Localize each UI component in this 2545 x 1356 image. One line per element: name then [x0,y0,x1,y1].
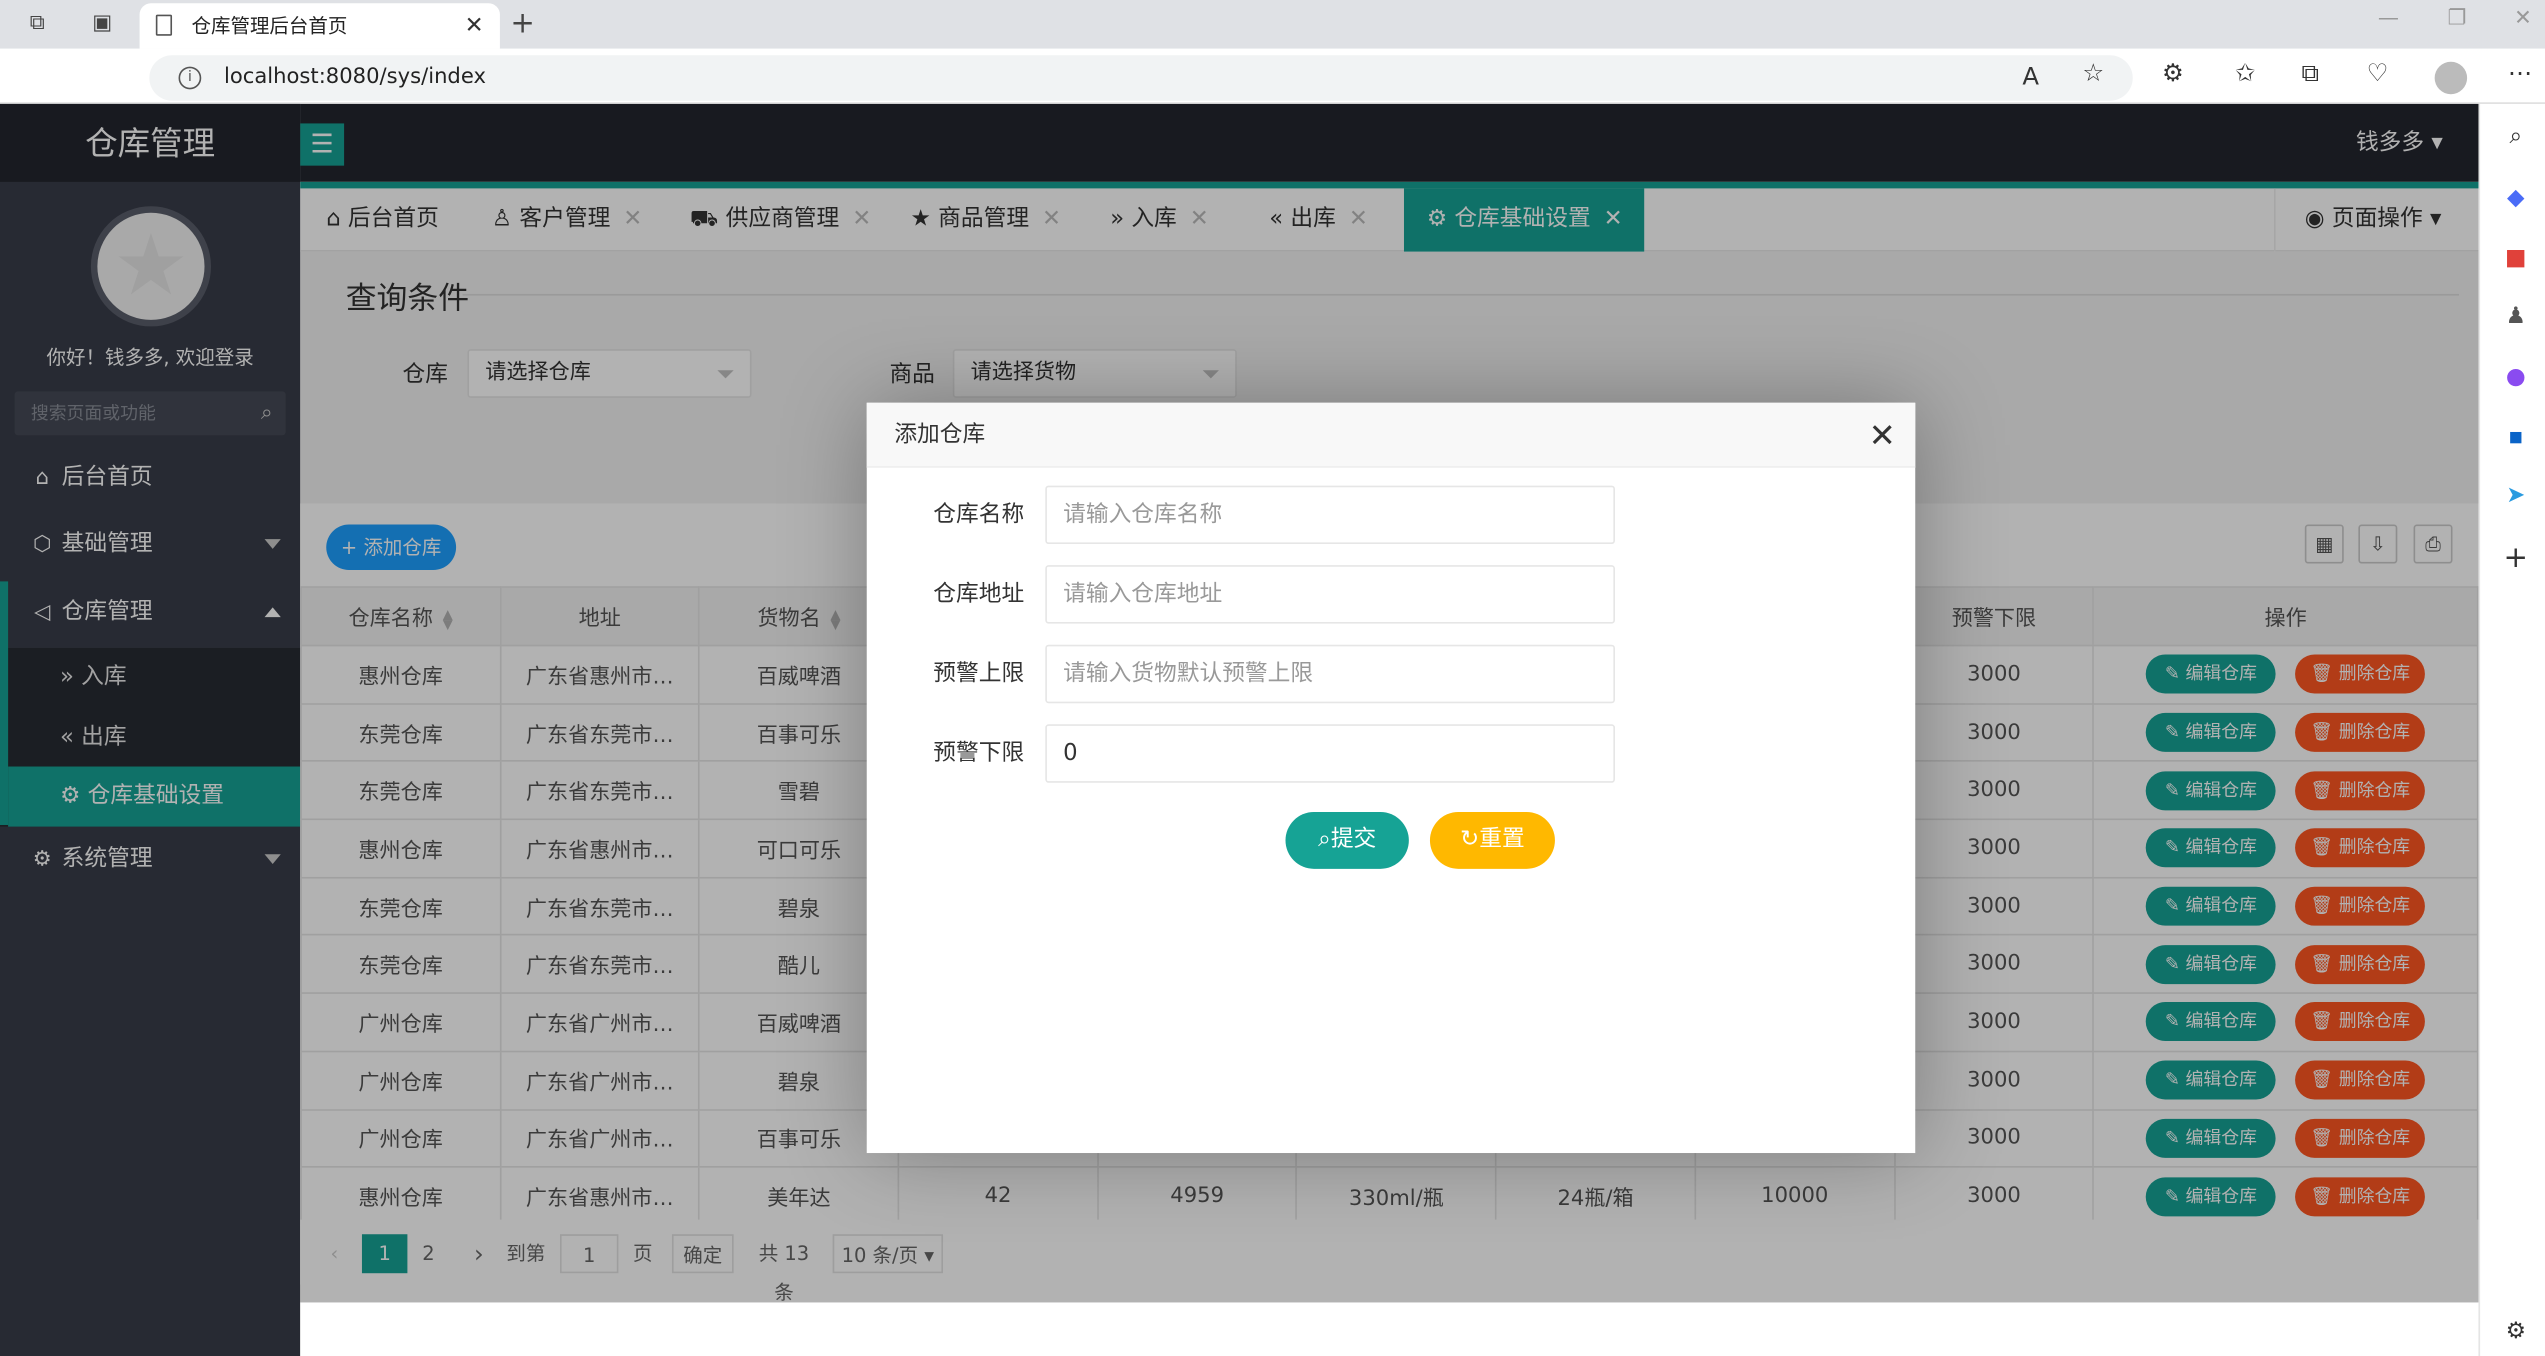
dialog-header: 添加仓库 ✕ [866,402,1916,468]
tools-icon[interactable]: ■ [2503,245,2529,271]
warehouse-name-input[interactable]: 请输入仓库名称 [1045,485,1615,545]
favorite-star-icon[interactable]: ☆ [2082,58,2104,87]
modal-backdrop [0,103,301,1356]
lower-limit-input[interactable]: 0 [1045,724,1615,783]
warehouse-address-input[interactable]: 请输入仓库地址 [1045,565,1615,624]
close-window-icon[interactable]: ✕ [2514,6,2532,30]
lower-limit-label: 预警下限 [933,740,1025,767]
browser-tab-bar: ⧉ ▣ 仓库管理后台首页 ✕ + — ❐ ✕ [0,0,2545,49]
upper-limit-label: 预警上限 [933,660,1025,687]
refresh-icon: ↻ [1460,826,1480,853]
search-icon[interactable]: ⌕ [2503,123,2529,149]
search-icon: ⌕ [1318,826,1331,853]
browser-side-panel: ⌕ ◆ ■ ♟ ● ▪ ➤ + ⚙ [2478,103,2545,1356]
more-menu-icon[interactable]: ⋯ [2508,58,2532,87]
copilot-icon[interactable]: ● [2503,364,2529,390]
name-label: 仓库名称 [933,501,1025,528]
workspaces-icon[interactable]: ⧉ [23,10,52,39]
close-icon[interactable]: ✕ [1869,403,1896,468]
browser-tab[interactable]: 仓库管理后台首页 ✕ [139,3,500,49]
send-icon[interactable]: ➤ [2503,482,2529,508]
collections-icon[interactable]: ⧉ [2302,58,2319,87]
dialog-title: 添加仓库 [894,422,986,449]
modal-backdrop [300,181,2479,252]
address-toolbar: ← ↻ i localhost:8080/sys/index A ☆ ⚙ ✩ ⧉… [0,48,2545,141]
minimize-icon[interactable]: — [2378,6,2399,30]
modal-backdrop [300,103,2479,182]
close-tab-icon[interactable]: ✕ [465,3,484,48]
profile-avatar[interactable] [2434,61,2468,95]
address-label: 仓库地址 [933,581,1025,608]
url-text: localhost:8080/sys/index [223,64,486,90]
restore-icon[interactable]: ❐ [2448,6,2467,30]
settings-gear-icon[interactable]: ⚙ [2503,1319,2529,1345]
games-icon[interactable]: ♟ [2503,304,2529,330]
extensions-icon[interactable]: ⚙ [2162,58,2184,87]
tab-actions-icon[interactable]: ▣ [88,10,117,39]
read-aloud-icon[interactable]: A [2022,62,2039,91]
favorites-icon[interactable]: ✩ [2235,58,2255,87]
document-icon [155,14,173,36]
footer-area [300,1302,2479,1356]
site-info-icon[interactable]: i [178,66,202,90]
add-warehouse-dialog: 添加仓库 ✕ 仓库名称 请输入仓库名称 仓库地址 请输入仓库地址 预警上限 请输… [866,402,1916,1154]
performance-icon[interactable]: ♡ [2366,58,2388,87]
shopping-icon[interactable]: ◆ [2503,185,2529,211]
add-panel-icon[interactable]: + [2503,543,2529,572]
outlook-icon[interactable]: ▪ [2503,424,2529,450]
submit-button[interactable]: ⌕提交 [1285,812,1409,869]
reset-button[interactable]: ↻重置 [1429,812,1555,869]
new-tab-icon[interactable]: + [508,9,537,39]
upper-limit-input[interactable]: 请输入货物默认预警上限 [1045,644,1615,704]
address-bar[interactable]: i localhost:8080/sys/index [149,55,2133,101]
browser-tab-title: 仓库管理后台首页 [191,14,348,38]
